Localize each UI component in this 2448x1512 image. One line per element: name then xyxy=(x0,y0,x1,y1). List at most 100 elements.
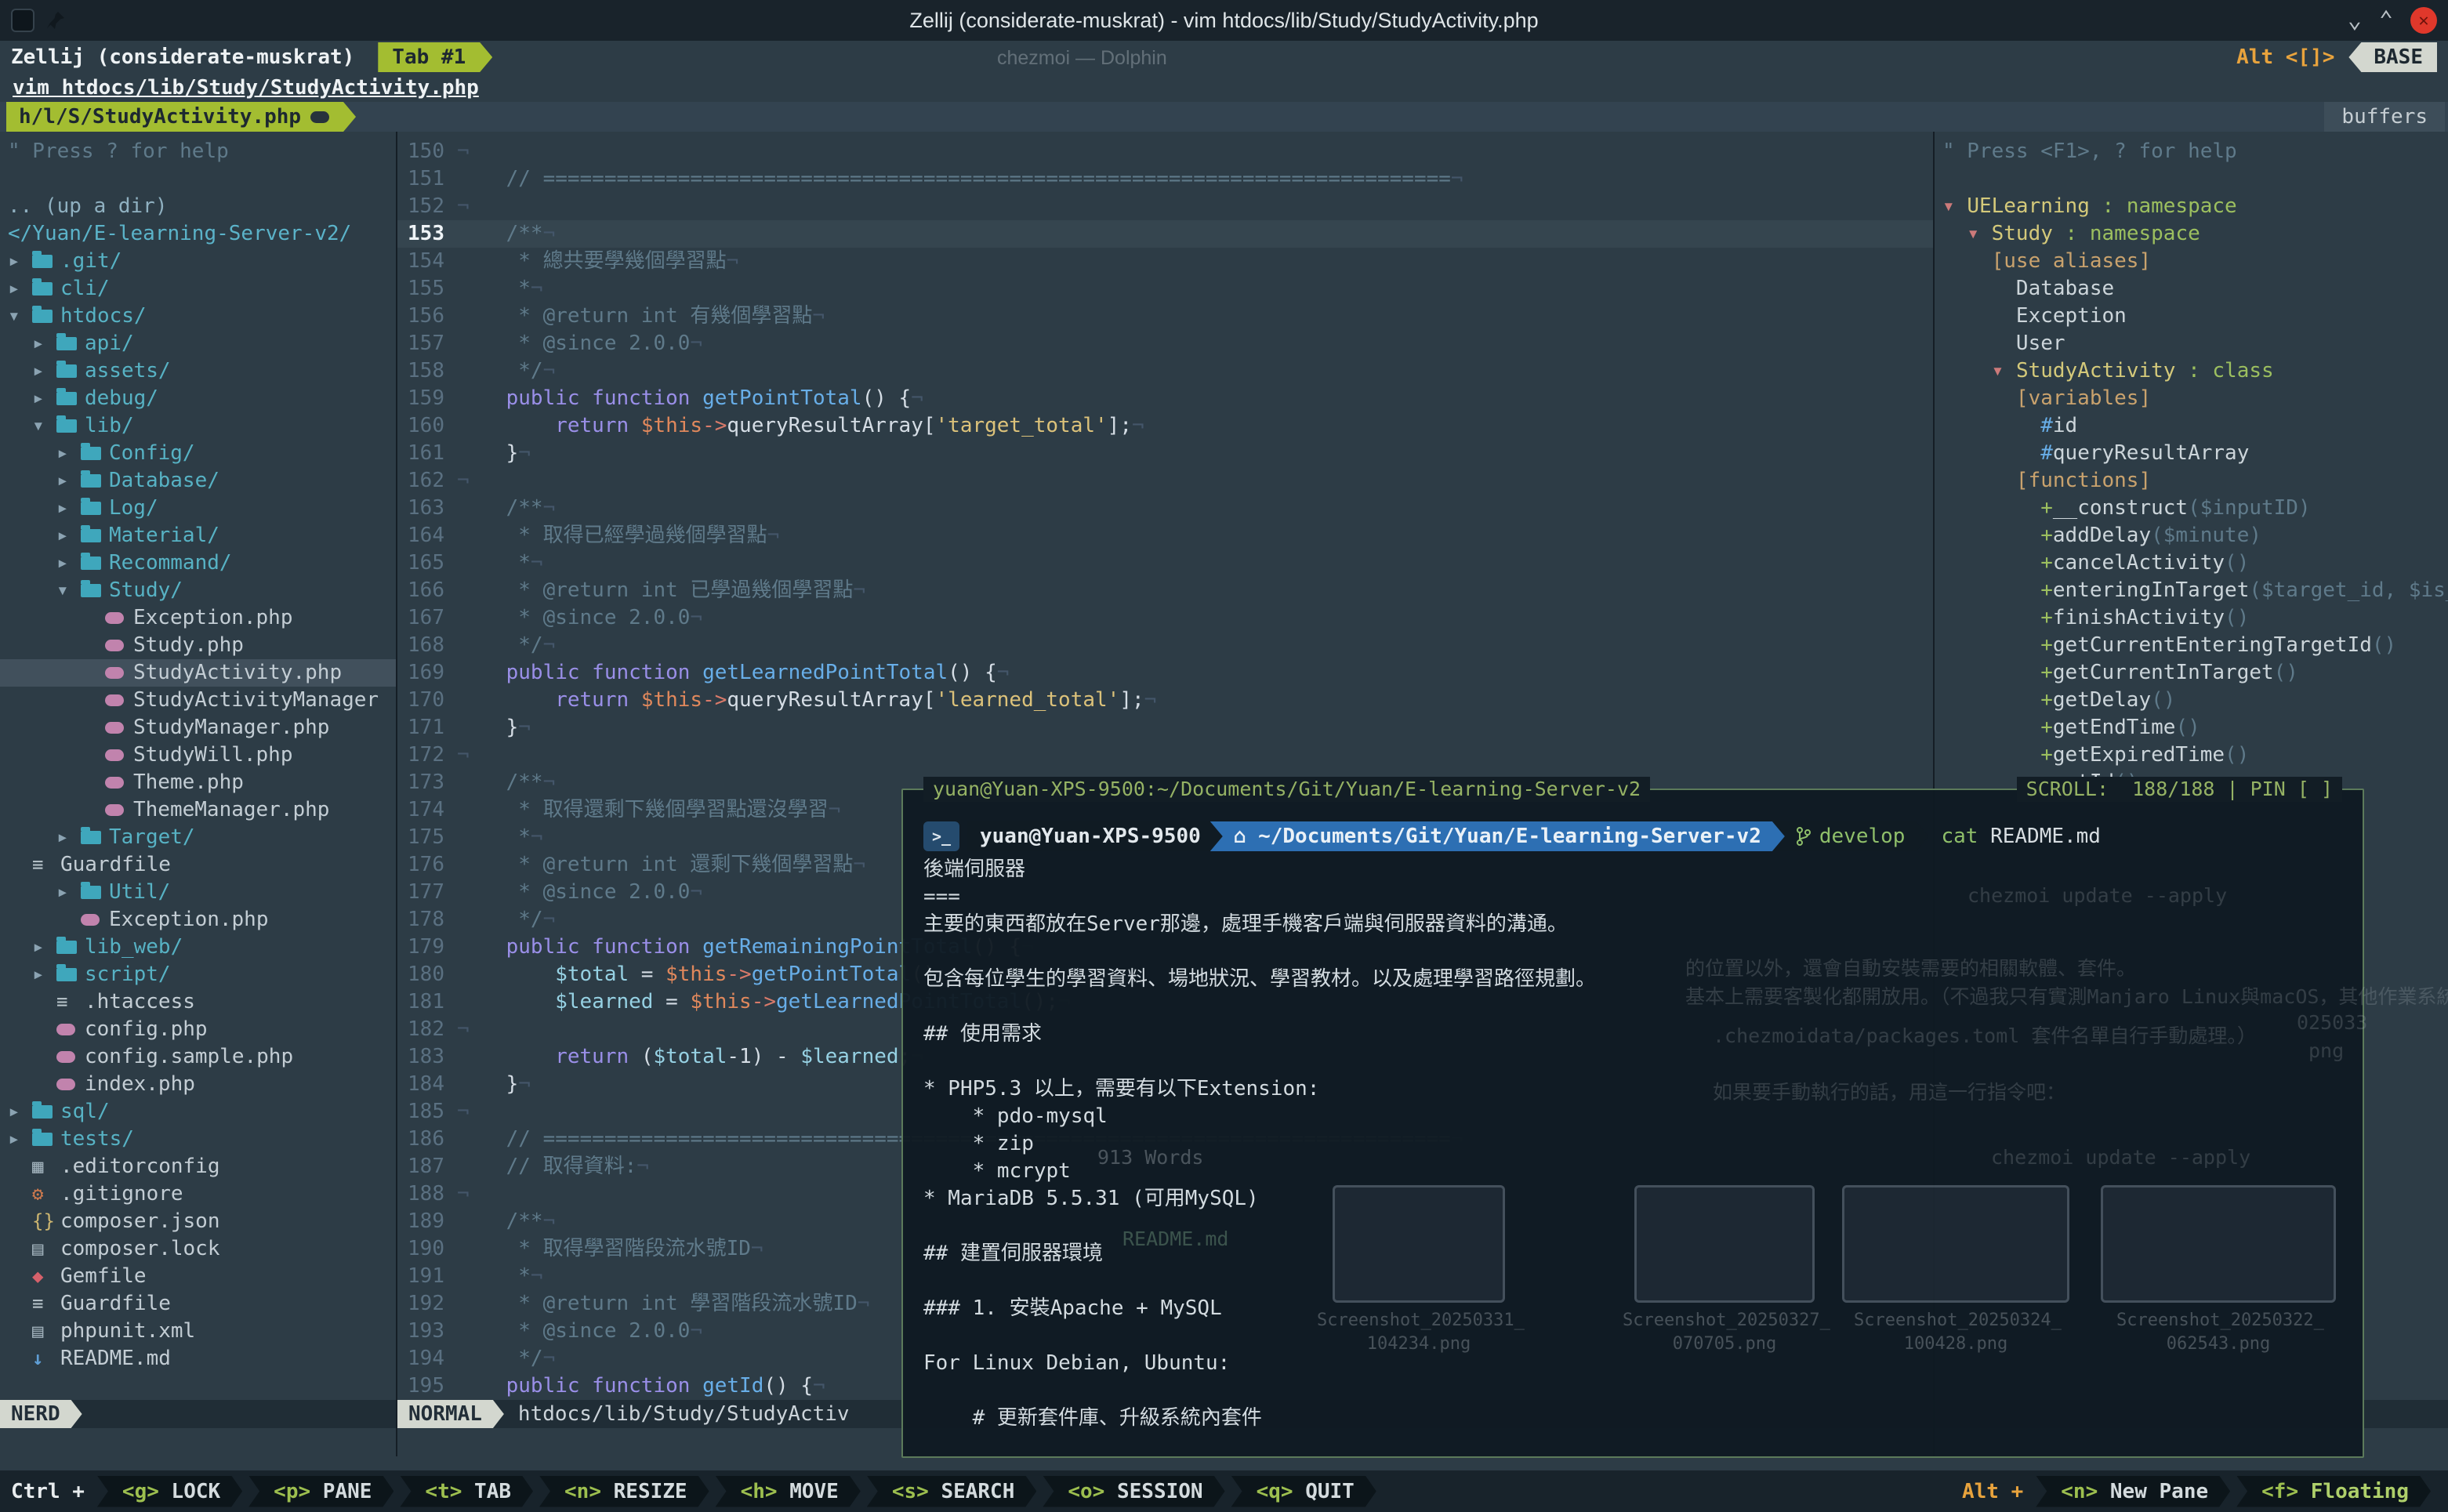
tagbar-row[interactable]: ▾ UELearning : namespace xyxy=(1942,193,2448,220)
tagbar-row[interactable]: +getCurrentEnteringTargetId() xyxy=(1942,632,2448,659)
tagbar-row[interactable]: Database xyxy=(1942,275,2448,303)
keybind-search[interactable]: <s> SEARCH xyxy=(867,1476,1037,1507)
keybind-tab[interactable]: <t> TAB xyxy=(400,1476,533,1507)
keybind-pane[interactable]: <p> PANE xyxy=(248,1476,393,1507)
tagbar-row[interactable]: #id xyxy=(1942,412,2448,440)
tree-row[interactable]: ▸Recommand/ xyxy=(0,549,396,577)
keybind-session[interactable]: <o> SESSION xyxy=(1043,1476,1224,1507)
code-line[interactable]: 166 * @return int 已學過幾個學習點¬ xyxy=(397,577,1933,604)
code-line[interactable]: 167 * @since 2.0.0¬ xyxy=(397,604,1933,632)
tree-row[interactable]: ▦.editorconfig xyxy=(0,1153,396,1180)
code-line[interactable]: 150¬ xyxy=(397,138,1933,165)
tree-row[interactable]: ▸.git/ xyxy=(0,248,396,275)
code-line[interactable]: 160 return $this->queryResultArray['targ… xyxy=(397,412,1933,440)
tagbar-row[interactable]: +addDelay($minute) xyxy=(1942,522,2448,549)
tagbar-row[interactable]: +__construct($inputID) xyxy=(1942,495,2448,522)
tree-row[interactable]: ▤phpunit.xml xyxy=(0,1318,396,1345)
code-line[interactable]: 161 }¬ xyxy=(397,440,1933,467)
scroll-indicator[interactable]: SCROLL: 188/188 | PIN [ ] xyxy=(2017,777,2342,802)
tree-row[interactable]: Theme.php xyxy=(0,769,396,796)
code-line[interactable]: 165 *¬ xyxy=(397,549,1933,577)
tree-row[interactable]: StudyWill.php xyxy=(0,741,396,769)
tagbar-row[interactable]: " Press <F1>, ? for help xyxy=(1942,138,2448,165)
keybind-new-pane[interactable]: <n> New Pane xyxy=(2036,1476,2230,1507)
tree-row[interactable]: ▾htdocs/ xyxy=(0,303,396,330)
chevron-down-icon[interactable]: ⌄ xyxy=(2348,9,2362,32)
tree-row[interactable]: ▸Config/ xyxy=(0,440,396,467)
code-line[interactable]: 158 */¬ xyxy=(397,357,1933,385)
tree-row[interactable]: ▤composer.lock xyxy=(0,1235,396,1263)
code-line[interactable]: 159 public function getPointTotal() {¬ xyxy=(397,385,1933,412)
code-line[interactable]: 172¬ xyxy=(397,741,1933,769)
tree-row[interactable]: ▸Log/ xyxy=(0,495,396,522)
floating-pane[interactable]: yuan@Yuan-XPS-9500:~/Documents/Git/Yuan/… xyxy=(901,789,2364,1458)
tagbar-row[interactable]: [variables] xyxy=(1942,385,2448,412)
tree-row[interactable]: ⚙.gitignore xyxy=(0,1180,396,1208)
code-line[interactable]: 169 public function getLearnedPointTotal… xyxy=(397,659,1933,687)
tagbar-row[interactable]: +enteringInTarget($target_id, $is_enteri… xyxy=(1942,577,2448,604)
tree-row[interactable]: ▸api/ xyxy=(0,330,396,357)
tree-row[interactable]: StudyManager.php xyxy=(0,714,396,741)
tree-row[interactable]: ▸Material/ xyxy=(0,522,396,549)
chevron-up-icon[interactable]: ⌃ xyxy=(2379,9,2393,32)
tree-row[interactable]: ▸sql/ xyxy=(0,1098,396,1126)
tree-row[interactable]: Exception.php xyxy=(0,604,396,632)
tree-row[interactable]: ≡Guardfile xyxy=(0,851,396,879)
tree-row[interactable] xyxy=(0,165,396,193)
tree-row[interactable]: ▸script/ xyxy=(0,961,396,988)
close-button[interactable]: ✕ xyxy=(2410,7,2437,34)
tree-row[interactable]: ◆Gemfile xyxy=(0,1263,396,1290)
tagbar-row[interactable]: #queryResultArray xyxy=(1942,440,2448,467)
tagbar-row[interactable]: +cancelActivity() xyxy=(1942,549,2448,577)
tree-row[interactable]: ↓README.md xyxy=(0,1345,396,1372)
code-line[interactable]: 170 return $this->queryResultArray['lear… xyxy=(397,687,1933,714)
tree-row[interactable]: ▸debug/ xyxy=(0,385,396,412)
tree-row[interactable]: ▸Target/ xyxy=(0,824,396,851)
code-line[interactable]: 151 // =================================… xyxy=(397,165,1933,193)
tree-row[interactable]: " Press ? for help xyxy=(0,138,396,165)
tree-row[interactable]: </Yuan/E-learning-Server-v2/ xyxy=(0,220,396,248)
tagbar-row[interactable]: +getCurrentInTarget() xyxy=(1942,659,2448,687)
tab-1[interactable]: Tab #1 xyxy=(378,42,492,72)
tagbar-row[interactable]: [functions] xyxy=(1942,467,2448,495)
tree-row[interactable]: {}composer.json xyxy=(0,1208,396,1235)
code-line[interactable]: 163 /**¬ xyxy=(397,495,1933,522)
tagbar-row[interactable]: +getEndTime() xyxy=(1942,714,2448,741)
tree-row[interactable]: ▸Database/ xyxy=(0,467,396,495)
tagbar-row[interactable]: Exception xyxy=(1942,303,2448,330)
code-line[interactable]: 156 * @return int 有幾個學習點¬ xyxy=(397,303,1933,330)
tree-row[interactable]: ≡.htaccess xyxy=(0,988,396,1016)
code-line[interactable]: 171 }¬ xyxy=(397,714,1933,741)
tree-row[interactable]: ≡Guardfile xyxy=(0,1290,396,1318)
tree-row[interactable]: ▸Util/ xyxy=(0,879,396,906)
code-line[interactable]: 157 * @since 2.0.0¬ xyxy=(397,330,1933,357)
keybind-floating[interactable]: <f> Floating xyxy=(2236,1476,2431,1507)
keybind-move[interactable]: <h> MOVE xyxy=(716,1476,861,1507)
tree-row[interactable]: Exception.php xyxy=(0,906,396,934)
tree-row[interactable]: index.php xyxy=(0,1071,396,1098)
tagbar-row[interactable]: User xyxy=(1942,330,2448,357)
buffer-tab-active[interactable]: h/l/S/StudyActivity.php xyxy=(6,102,356,132)
tagbar-row[interactable]: [use aliases] xyxy=(1942,248,2448,275)
code-line[interactable]: 164 * 取得已經學過幾個學習點¬ xyxy=(397,522,1933,549)
tree-row[interactable]: ▾lib/ xyxy=(0,412,396,440)
code-line[interactable]: 162¬ xyxy=(397,467,1933,495)
tagbar-row[interactable]: +finishActivity() xyxy=(1942,604,2448,632)
tree-row[interactable]: ▾Study/ xyxy=(0,577,396,604)
keybind-lock[interactable]: <g> LOCK xyxy=(97,1476,242,1507)
tree-row[interactable]: StudyActivityManager xyxy=(0,687,396,714)
tree-row[interactable]: ThemeManager.php xyxy=(0,796,396,824)
floating-pane-title[interactable]: yuan@Yuan-XPS-9500:~/Documents/Git/Yuan/… xyxy=(923,777,1650,802)
tagbar-row[interactable]: ▾ Study : namespace xyxy=(1942,220,2448,248)
tagbar-row[interactable] xyxy=(1942,165,2448,193)
code-line[interactable]: 154 * 總共要學幾個學習點¬ xyxy=(397,248,1933,275)
tree-row[interactable]: ▸cli/ xyxy=(0,275,396,303)
tree-row[interactable]: ▸assets/ xyxy=(0,357,396,385)
tagbar-row[interactable]: +getDelay() xyxy=(1942,687,2448,714)
tree-row[interactable]: ▸lib_web/ xyxy=(0,934,396,961)
code-line[interactable]: 153 /**¬ xyxy=(397,220,1933,248)
tree-row[interactable]: config.sample.php xyxy=(0,1043,396,1071)
keybind-resize[interactable]: <n> RESIZE xyxy=(539,1476,709,1507)
tree-row[interactable]: StudyActivity.php xyxy=(0,659,396,687)
tree-row[interactable]: Study.php xyxy=(0,632,396,659)
